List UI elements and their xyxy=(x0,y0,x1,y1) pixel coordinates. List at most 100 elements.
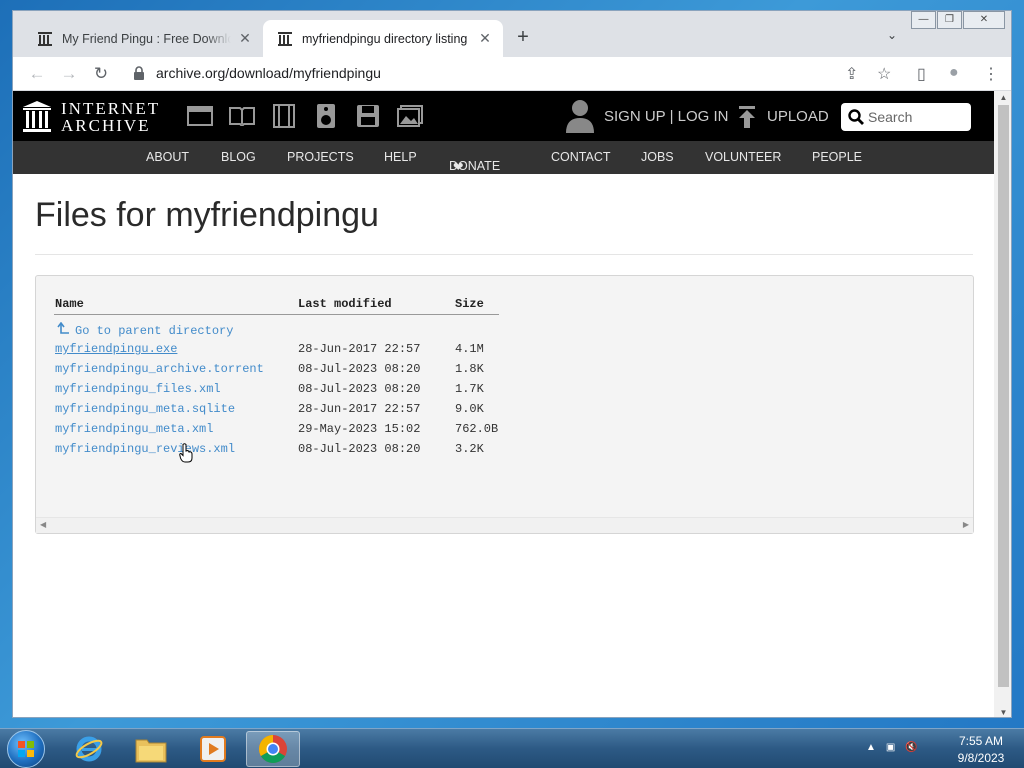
column-header-name[interactable]: Name xyxy=(55,297,84,311)
scroll-up-icon[interactable]: ▲ xyxy=(994,93,1011,102)
windows-logo-icon xyxy=(18,741,34,757)
close-tab-icon[interactable]: ✕ xyxy=(237,30,253,47)
nav-projects[interactable]: PROJECTS xyxy=(287,150,354,164)
close-tab-icon[interactable]: ✕ xyxy=(477,30,493,47)
file-size: 9.0K xyxy=(455,402,484,416)
parent-directory-label: Go to parent directory xyxy=(75,324,234,338)
vertical-scrollbar[interactable]: ▲ ▼ xyxy=(994,91,1011,717)
share-icon[interactable]: ⇪ xyxy=(845,64,858,84)
software-icon[interactable] xyxy=(347,102,389,130)
bookmark-star-icon[interactable]: ☆ xyxy=(877,64,891,84)
new-tab-button[interactable]: + xyxy=(513,27,533,47)
file-size: 3.2K xyxy=(455,442,484,456)
start-button[interactable] xyxy=(7,730,45,768)
file-link-torrent[interactable]: myfriendpingu_archive.torrent xyxy=(55,362,264,376)
file-link-files-xml[interactable]: myfriendpingu_files.xml xyxy=(55,382,221,396)
system-clock[interactable]: 7:55 AM 9/8/2023 xyxy=(950,733,1012,767)
up-arrow-icon xyxy=(57,321,69,334)
file-row: myfriendpingu.exe 28-Jun-2017 22:57 4.1M xyxy=(36,342,973,360)
system-tray: ▲ ▣ 🔇 xyxy=(866,742,918,753)
ia-logo-line2: ARCHIVE xyxy=(61,116,151,135)
ia-logo[interactable]: INTERNET ARCHIVE xyxy=(23,100,160,134)
file-row: myfriendpingu_meta.sqlite 28-Jun-2017 22… xyxy=(36,402,973,420)
user-avatar-icon[interactable] xyxy=(565,99,595,133)
tab-free-download[interactable]: My Friend Pingu : Free Download ✕ xyxy=(23,20,263,57)
side-panel-icon[interactable]: ▯ xyxy=(917,64,926,84)
horizontal-scrollbar[interactable]: ◀ ▶ xyxy=(36,517,973,533)
file-size: 1.7K xyxy=(455,382,484,396)
page-title: Files for myfriendpingu xyxy=(35,196,379,234)
file-modified: 29-May-2023 15:02 xyxy=(298,422,421,436)
back-button[interactable]: ← xyxy=(27,64,47,84)
nav-people[interactable]: PEOPLE xyxy=(812,150,862,164)
nav-volunteer[interactable]: VOLUNTEER xyxy=(705,150,781,164)
parent-directory-row[interactable]: Go to parent directory xyxy=(36,321,973,340)
scrollbar-thumb[interactable] xyxy=(998,105,1009,687)
file-size: 762.0B xyxy=(455,422,499,436)
forward-button[interactable]: → xyxy=(59,64,79,84)
column-header-modified[interactable]: Last modified xyxy=(298,297,392,311)
menu-kebab-icon[interactable]: ⋮ xyxy=(983,64,999,84)
chrome-taskbar-icon[interactable] xyxy=(246,731,300,767)
texts-icon[interactable] xyxy=(221,102,263,130)
search-icon xyxy=(848,109,864,125)
ia-search-box[interactable] xyxy=(841,103,971,131)
internet-archive-favicon-icon xyxy=(38,31,52,46)
file-row: myfriendpingu_files.xml 08-Jul-2023 08:2… xyxy=(36,382,973,400)
column-header-size[interactable]: Size xyxy=(455,297,484,311)
reload-button[interactable]: ↻ xyxy=(91,64,111,84)
file-row: myfriendpingu_archive.torrent 08-Jul-202… xyxy=(36,362,973,380)
nav-help[interactable]: HELP xyxy=(384,150,417,164)
media-player-taskbar-icon[interactable] xyxy=(186,731,240,767)
divider xyxy=(35,254,973,255)
web-icon[interactable] xyxy=(179,102,221,130)
profile-avatar-icon[interactable]: ● xyxy=(949,64,959,82)
show-hidden-icons-icon[interactable]: ▲ xyxy=(866,742,876,753)
ia-logo-text: INTERNET ARCHIVE xyxy=(61,100,160,134)
scroll-left-icon[interactable]: ◀ xyxy=(40,520,46,530)
scroll-right-icon[interactable]: ▶ xyxy=(963,520,969,530)
search-input[interactable] xyxy=(868,109,968,125)
images-icon[interactable] xyxy=(389,102,431,130)
lock-icon[interactable] xyxy=(133,66,145,80)
video-icon[interactable] xyxy=(263,102,305,130)
tab-title: myfriendpingu directory listing xyxy=(302,31,468,46)
file-size: 1.8K xyxy=(455,362,484,376)
internet-explorer-taskbar-icon[interactable] xyxy=(62,731,116,767)
header-divider xyxy=(54,314,499,315)
minimize-button[interactable]: — xyxy=(911,11,936,29)
upload-icon[interactable] xyxy=(737,106,757,128)
tab-directory-listing[interactable]: myfriendpingu directory listing ✕ xyxy=(263,20,503,57)
file-link-reviews-xml[interactable]: myfriendpingu_reviews.xml xyxy=(55,442,235,456)
sign-up-log-in-link[interactable]: SIGN UP | LOG IN xyxy=(604,108,728,125)
file-row: myfriendpingu_reviews.xml 08-Jul-2023 08… xyxy=(36,442,973,460)
volume-muted-icon[interactable]: 🔇 xyxy=(905,742,917,753)
upload-link[interactable]: UPLOAD xyxy=(767,108,829,125)
close-window-button[interactable]: ✕ xyxy=(963,11,1005,29)
audio-icon[interactable] xyxy=(305,102,347,130)
scroll-down-icon[interactable]: ▼ xyxy=(994,708,1011,717)
file-size: 4.1M xyxy=(455,342,484,356)
nav-jobs[interactable]: JOBS xyxy=(641,150,674,164)
file-link-exe[interactable]: myfriendpingu.exe xyxy=(55,342,177,356)
page-viewport: INTERNET ARCHIVE SIGN UP | LOG IN UPLOAD xyxy=(13,91,994,717)
nav-blog[interactable]: BLOG xyxy=(221,150,256,164)
file-explorer-taskbar-icon[interactable] xyxy=(124,731,178,767)
ia-nav-bar: ABOUT BLOG PROJECTS HELP DONATE ❤ CONTACT… xyxy=(13,141,994,174)
file-link-meta-xml[interactable]: myfriendpingu_meta.xml xyxy=(55,422,213,436)
ia-logo-line1: INTERNET xyxy=(61,99,161,118)
ia-temple-logo-icon xyxy=(23,101,51,132)
nav-contact[interactable]: CONTACT xyxy=(551,150,611,164)
tab-strip: My Friend Pingu : Free Download ✕ myfrie… xyxy=(13,11,1011,57)
browser-window: My Friend Pingu : Free Download ✕ myfrie… xyxy=(12,10,1012,718)
network-icon[interactable]: ▣ xyxy=(886,742,895,753)
nav-about[interactable]: ABOUT xyxy=(146,150,189,164)
tab-search-icon[interactable]: ⌄ xyxy=(887,28,897,42)
tab-title: My Friend Pingu : Free Download xyxy=(62,31,231,46)
maximize-button[interactable]: ❐ xyxy=(937,11,962,29)
clock-time: 7:55 AM xyxy=(958,734,1004,748)
file-link-sqlite[interactable]: myfriendpingu_meta.sqlite xyxy=(55,402,235,416)
address-bar[interactable]: archive.org/download/myfriendpingu xyxy=(156,65,381,81)
file-modified: 08-Jul-2023 08:20 xyxy=(298,382,421,396)
parent-directory-link[interactable]: Go to parent directory xyxy=(55,321,234,338)
